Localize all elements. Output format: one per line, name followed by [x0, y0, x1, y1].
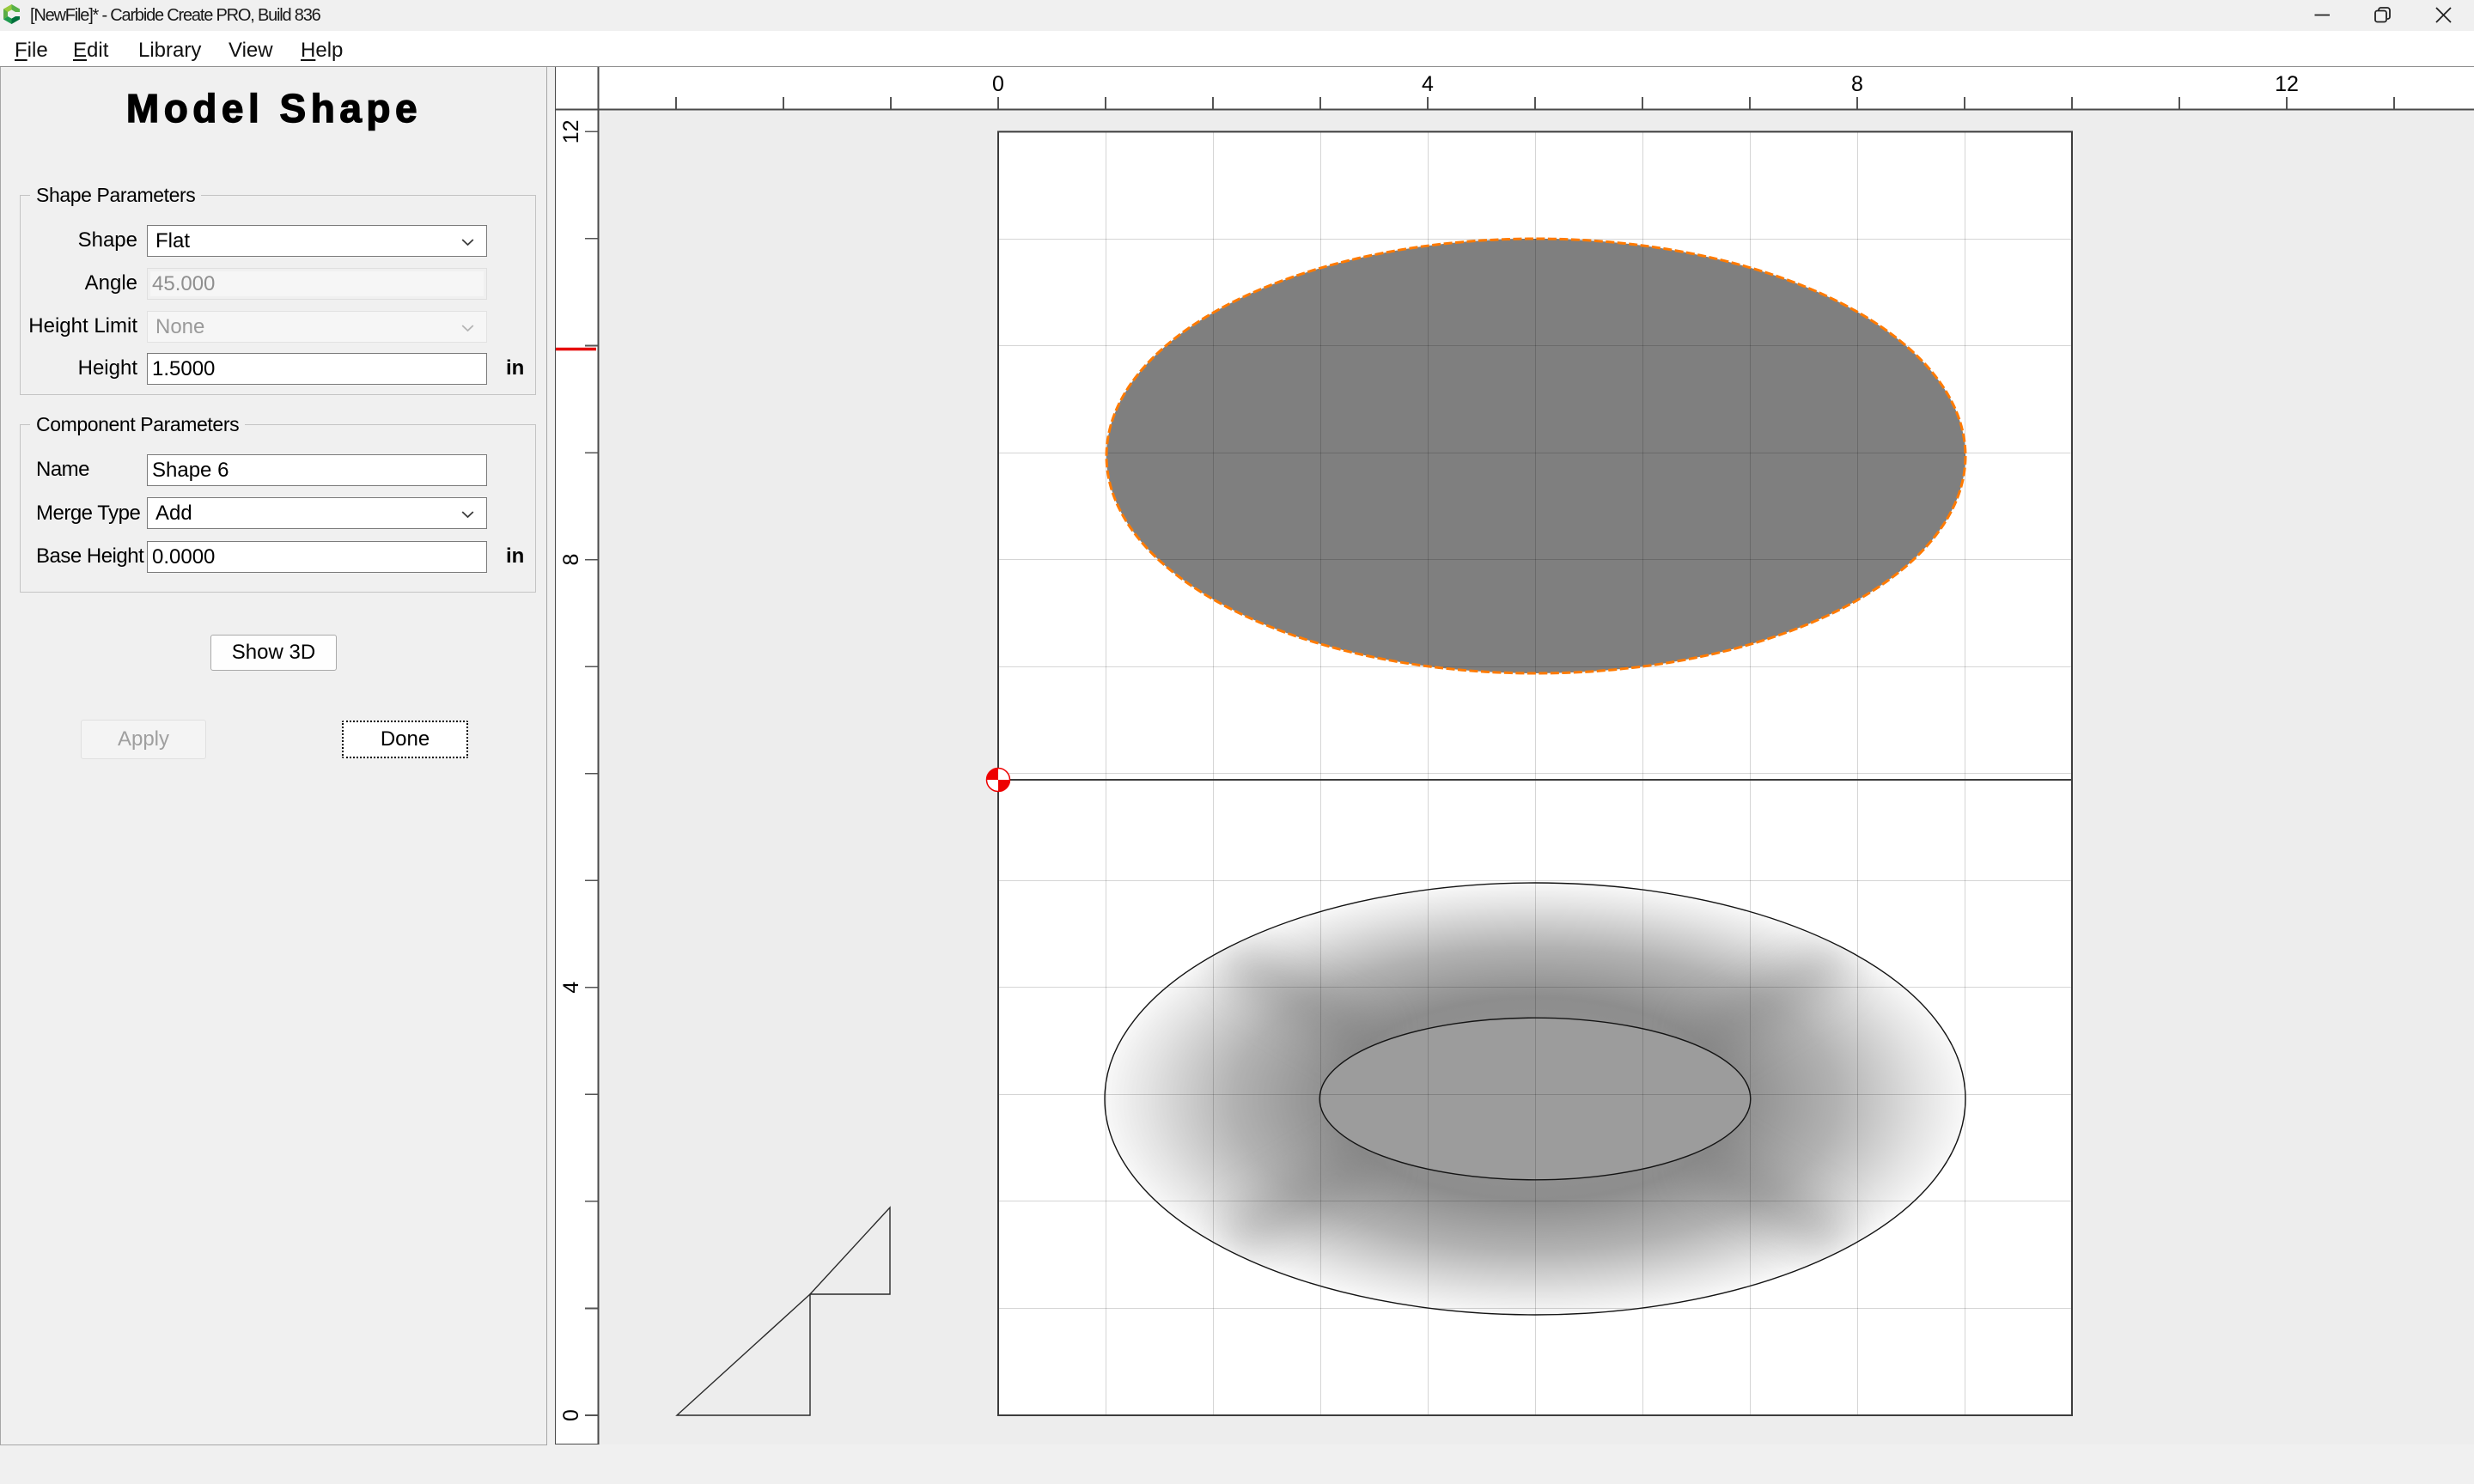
svg-text:12: 12 [559, 119, 583, 143]
svg-text:8: 8 [559, 554, 583, 566]
svg-text:4: 4 [1422, 72, 1434, 96]
svg-text:0: 0 [992, 72, 1004, 96]
svg-text:4: 4 [559, 982, 583, 994]
svg-text:8: 8 [1851, 72, 1863, 96]
svg-text:12: 12 [2275, 72, 2299, 96]
svg-text:0: 0 [559, 1409, 583, 1421]
